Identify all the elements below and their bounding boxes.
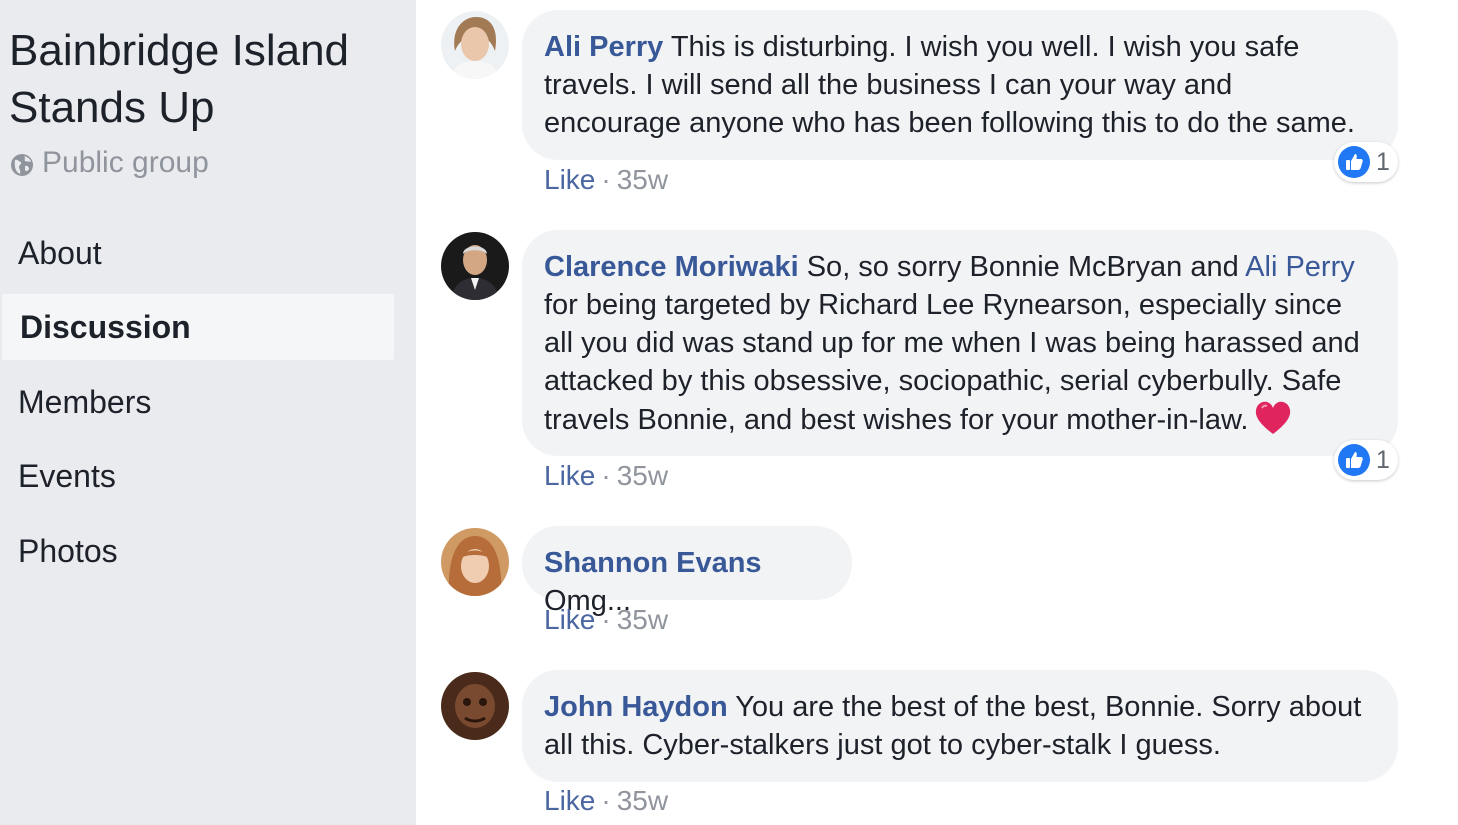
reaction-summary[interactable]: 1 — [1334, 142, 1398, 182]
mention-link[interactable]: Ali Perry — [1245, 251, 1355, 283]
comment-author[interactable]: Clarence Moriwaki — [544, 251, 799, 283]
like-link[interactable]: Like — [544, 164, 595, 196]
comment-actions: Like · 35w — [544, 460, 668, 492]
thumbs-up-icon — [1338, 444, 1370, 476]
group-title[interactable]: Bainbridge Island Stands Up — [9, 22, 399, 136]
comments-area: Ali Perry This is disturbing. I wish you… — [416, 0, 1458, 825]
group-privacy-label: Public group — [42, 146, 209, 179]
reaction-summary[interactable]: 1 — [1334, 440, 1398, 480]
comment-actions: Like · 35w — [544, 164, 668, 196]
comment-time[interactable]: 35w — [617, 785, 668, 817]
group-privacy: Public group — [10, 145, 209, 181]
reaction-count: 1 — [1376, 147, 1390, 176]
separator: · — [601, 604, 611, 635]
like-link[interactable]: Like — [544, 460, 595, 492]
avatar[interactable] — [441, 672, 509, 740]
thumbs-up-icon — [1338, 146, 1370, 178]
like-link[interactable]: Like — [544, 785, 595, 817]
comment-actions: Like · 35w — [544, 785, 668, 817]
nav-item-discussion[interactable]: Discussion — [2, 294, 394, 360]
separator: · — [601, 785, 611, 816]
nav-item-about[interactable]: About — [0, 220, 392, 286]
reaction-count: 1 — [1376, 445, 1390, 474]
comment-text-part-2: for being targeted by Richard Lee Rynear… — [544, 289, 1360, 436]
comment-text-part-1: So, so sorry Bonnie McBryan and — [806, 251, 1239, 283]
comment-author[interactable]: Shannon Evans — [544, 547, 762, 579]
avatar[interactable] — [441, 232, 509, 300]
comment-actions: Like · 35w — [544, 604, 668, 636]
comment-time[interactable]: 35w — [617, 460, 668, 492]
nav-item-photos[interactable]: Photos — [0, 518, 392, 584]
comment-bubble: John Haydon You are the best of the best… — [522, 670, 1398, 782]
comment-bubble: Ali Perry This is disturbing. I wish you… — [522, 10, 1398, 160]
comment-time[interactable]: 35w — [617, 604, 668, 636]
avatar[interactable] — [441, 11, 509, 79]
comment-time[interactable]: 35w — [617, 164, 668, 196]
group-sidebar: Bainbridge Island Stands Up Public group… — [0, 0, 416, 825]
avatar[interactable] — [441, 528, 509, 596]
nav-item-events[interactable]: Events — [0, 443, 392, 509]
separator: · — [601, 460, 611, 491]
comment-bubble: Shannon Evans Omg... — [522, 526, 852, 617]
comment-author[interactable]: John Haydon — [544, 691, 728, 723]
comment-bubble: Clarence Moriwaki So, so sorry Bonnie Mc… — [522, 230, 1398, 456]
heart-icon — [1254, 400, 1292, 436]
separator: · — [601, 164, 611, 195]
like-link[interactable]: Like — [544, 604, 595, 636]
globe-icon — [10, 151, 34, 176]
comment-author[interactable]: Ali Perry — [544, 31, 663, 63]
nav-item-members[interactable]: Members — [0, 369, 392, 435]
comment-text: This is disturbing. I wish you well. I w… — [544, 31, 1355, 139]
